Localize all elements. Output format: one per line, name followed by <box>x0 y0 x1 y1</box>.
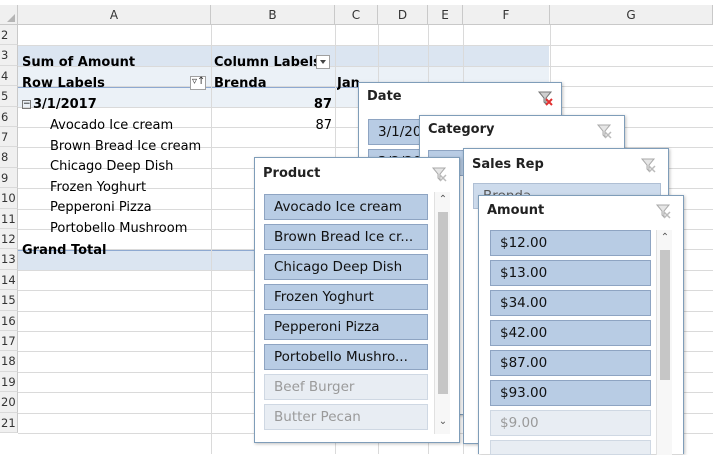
amount-slicer-item[interactable]: $12.00 <box>490 230 651 256</box>
pivot-col-james[interactable]: Jan <box>337 74 360 94</box>
pivot-row-item[interactable]: Avocado Ice cream <box>50 116 173 136</box>
row-header[interactable]: 15 <box>0 290 18 311</box>
amount-slicer-scrollbar[interactable]: ⌃ <box>656 230 672 455</box>
scroll-up-icon[interactable]: ⌃ <box>659 232 671 243</box>
clear-filter-icon[interactable] <box>596 123 612 139</box>
pivot-column-labels[interactable]: Column Labels <box>214 53 321 73</box>
pivot-sum-label[interactable]: Sum of Amount <box>22 53 135 73</box>
amount-slicer-title: Amount <box>487 203 545 218</box>
row-header[interactable]: 2 <box>0 25 18 46</box>
sales-rep-slicer-title: Sales Rep <box>472 157 544 172</box>
product-slicer-item[interactable]: Chicago Deep Dish <box>264 254 428 280</box>
product-slicer-title: Product <box>263 166 321 181</box>
clear-filter-icon[interactable] <box>640 157 656 173</box>
scroll-thumb[interactable] <box>438 212 448 394</box>
clear-filter-icon[interactable] <box>537 90 553 106</box>
amount-slicer-item-partial[interactable] <box>490 440 651 455</box>
date-group-label: 3/1/2017 <box>33 97 97 112</box>
row-header[interactable]: 21 <box>0 412 18 433</box>
pivot-date-group[interactable]: −3/1/2017 <box>22 95 97 115</box>
scroll-up-icon[interactable]: ⌃ <box>437 194 449 205</box>
amount-slicer-item[interactable]: $42.00 <box>490 320 651 346</box>
product-slicer-item[interactable]: Frozen Yoghurt <box>264 284 428 310</box>
category-slicer-title: Category <box>428 122 495 137</box>
pivot-value[interactable]: 87 <box>290 116 332 136</box>
column-labels-dropdown[interactable] <box>316 55 330 69</box>
column-header-b[interactable]: B <box>211 5 335 25</box>
row-header[interactable]: 3 <box>0 45 18 66</box>
scroll-down-icon[interactable]: ⌄ <box>437 416 449 427</box>
row-header[interactable]: 8 <box>0 147 18 168</box>
pivot-col-brenda[interactable]: Brenda <box>214 74 266 94</box>
filter-icon: ▿↑ <box>192 76 206 87</box>
scroll-thumb[interactable] <box>660 250 670 380</box>
collapse-icon[interactable]: − <box>22 100 31 109</box>
row-header[interactable]: 17 <box>0 331 18 352</box>
amount-slicer-item[interactable]: $34.00 <box>490 290 651 316</box>
row-header[interactable]: 9 <box>0 167 18 189</box>
amount-slicer[interactable]: Amount $12.00 $13.00 $34.00 $42.00 $87.0… <box>478 195 684 455</box>
product-slicer-item[interactable]: Brown Bread Ice cr... <box>264 224 428 250</box>
clear-filter-icon[interactable] <box>655 203 671 219</box>
pivot-row-item[interactable]: Pepperoni Pizza <box>50 198 152 218</box>
amount-slicer-item[interactable]: $87.00 <box>490 350 651 376</box>
product-slicer-item[interactable]: Portobello Mushro... <box>264 344 428 370</box>
row-header[interactable]: 14 <box>0 269 18 291</box>
pivot-row-labels[interactable]: Row Labels <box>22 74 105 94</box>
amount-slicer-item[interactable]: $13.00 <box>490 260 651 286</box>
row-header[interactable]: 19 <box>0 371 18 393</box>
row-header[interactable]: 6 <box>0 106 18 127</box>
amount-slicer-item[interactable]: $93.00 <box>490 380 651 406</box>
select-all-corner[interactable] <box>0 5 18 25</box>
row-header[interactable]: 12 <box>0 229 18 250</box>
row-header[interactable]: 5 <box>0 86 18 107</box>
date-group-value[interactable]: 87 <box>290 95 332 115</box>
pivot-row-item[interactable]: Portobello Mushroom <box>50 219 187 239</box>
product-slicer-item[interactable]: Avocado Ice cream <box>264 194 428 220</box>
column-header-c[interactable]: C <box>335 5 378 25</box>
product-slicer-item-nodata[interactable]: Butter Pecan <box>264 404 428 430</box>
amount-slicer-item-nodata[interactable]: $9.00 <box>490 410 651 436</box>
column-header-g[interactable]: G <box>550 5 713 25</box>
column-header-f[interactable]: F <box>463 5 550 25</box>
row-header[interactable]: 7 <box>0 127 18 148</box>
product-slicer-scrollbar[interactable]: ⌃ ⌄ <box>434 192 450 434</box>
pivot-row-item[interactable]: Brown Bread Ice cream <box>50 137 201 157</box>
row-header[interactable]: 4 <box>0 65 18 87</box>
row-header[interactable]: 16 <box>0 310 18 331</box>
pivot-row-item[interactable]: Frozen Yoghurt <box>50 178 146 198</box>
spreadsheet-grid[interactable]: A B C D E F G 2 3 4 5 6 7 8 9 10 11 12 1… <box>0 0 713 455</box>
product-slicer[interactable]: Product Avocado Ice cream Brown Bread Ic… <box>254 157 460 443</box>
pivot-grand-total[interactable]: Grand Total <box>22 241 106 261</box>
product-slicer-item-nodata[interactable]: Beef Burger <box>264 374 428 400</box>
product-slicer-item[interactable]: Pepperoni Pizza <box>264 314 428 340</box>
row-header[interactable]: 10 <box>0 188 18 209</box>
row-header[interactable]: 13 <box>0 249 18 270</box>
pivot-row-item[interactable]: Chicago Deep Dish <box>50 157 173 177</box>
row-labels-filter-button[interactable]: ▿↑ <box>190 76 206 90</box>
column-header-a[interactable]: A <box>18 5 211 25</box>
date-slicer-title: Date <box>367 89 402 104</box>
row-header[interactable]: 11 <box>0 208 18 229</box>
column-header-d[interactable]: D <box>378 5 428 25</box>
row-header[interactable]: 18 <box>0 351 18 372</box>
row-header[interactable]: 20 <box>0 392 18 413</box>
clear-filter-icon[interactable] <box>431 166 447 182</box>
column-header-e[interactable]: E <box>428 5 463 25</box>
